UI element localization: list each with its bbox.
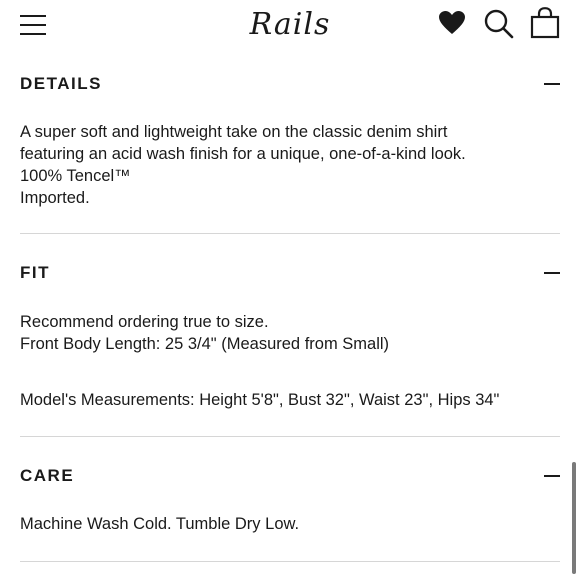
menu-icon[interactable] [18, 12, 50, 38]
details-line: Imported. [20, 189, 90, 207]
fit-content: Recommend ordering true to size. Front B… [20, 311, 565, 355]
section-divider [20, 561, 560, 562]
care-content: Machine Wash Cold. Tumble Dry Low. [20, 513, 565, 535]
details-line: 100% Tencel™ [20, 167, 131, 185]
shopping-bag-icon[interactable] [530, 7, 560, 39]
fit-title: FIT [20, 263, 50, 282]
fit-line: Front Body Length: 25 3/4" (Measured fro… [20, 335, 390, 353]
brand-logo[interactable]: Rails [240, 2, 340, 48]
care-accordion-header[interactable]: CARE [20, 464, 560, 488]
scrollbar[interactable] [572, 462, 576, 574]
details-line: featuring an acid wash finish for a uniq… [20, 145, 466, 163]
details-title: DETAILS [20, 74, 102, 93]
care-line: Machine Wash Cold. Tumble Dry Low. [20, 515, 300, 533]
minus-icon[interactable] [544, 475, 560, 477]
top-bar: Rails [0, 0, 580, 50]
section-divider [20, 233, 560, 234]
details-line: A super soft and lightweight take on the… [20, 123, 448, 141]
search-icon[interactable] [483, 8, 515, 40]
heart-icon[interactable] [438, 10, 466, 36]
care-title: CARE [20, 466, 75, 485]
fit-line: Recommend ordering true to size. [20, 313, 269, 331]
minus-icon[interactable] [544, 272, 560, 274]
fit-line: Model's Measurements: Height 5'8", Bust … [20, 391, 500, 409]
model-measurements: Model's Measurements: Height 5'8", Bust … [20, 389, 565, 411]
minus-icon[interactable] [544, 83, 560, 85]
details-content: A super soft and lightweight take on the… [20, 121, 565, 209]
section-divider [20, 436, 560, 437]
details-accordion-header[interactable]: DETAILS [20, 72, 560, 96]
fit-accordion-header[interactable]: FIT [20, 261, 560, 285]
